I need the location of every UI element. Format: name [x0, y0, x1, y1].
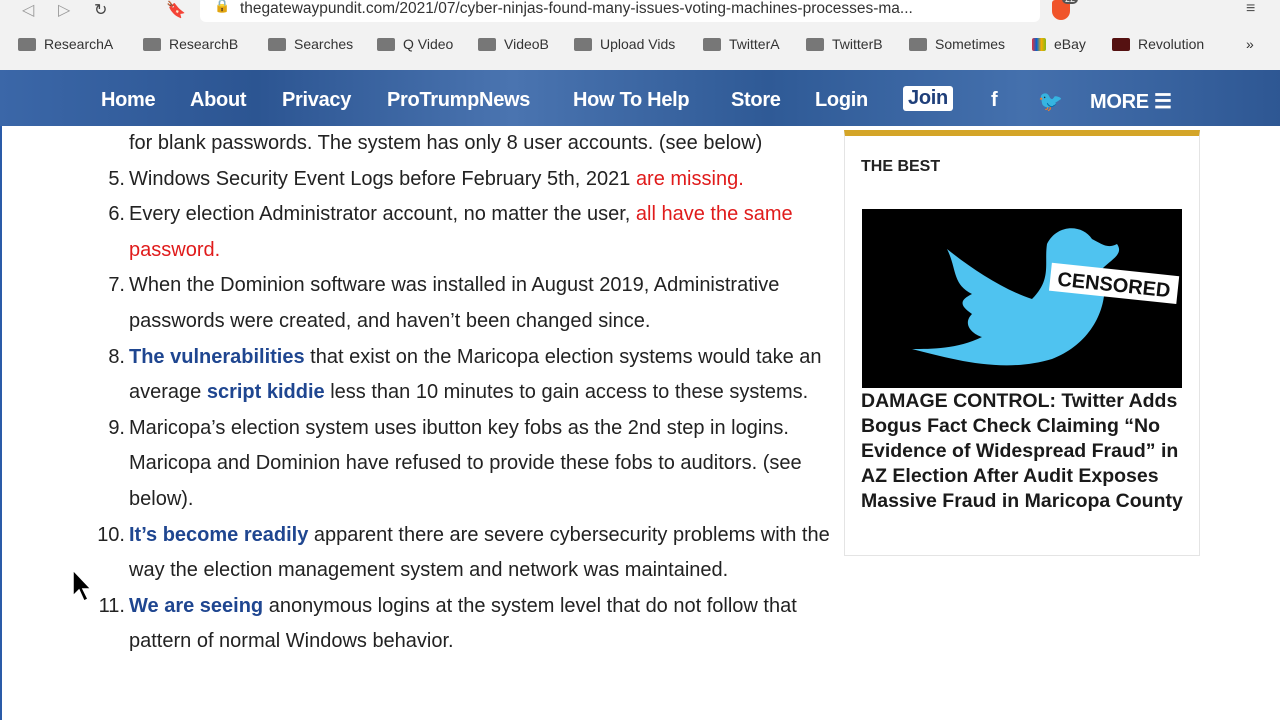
twitter-bird-censored-image: CENSORED: [912, 228, 1180, 366]
folder-icon: [703, 37, 721, 51]
shield-count: 22: [1062, 0, 1079, 4]
nav-privacy[interactable]: Privacy: [282, 89, 351, 112]
bookmark-upload-vids[interactable]: Upload Vids: [574, 36, 675, 52]
bookmark-label: ResearchB: [169, 36, 239, 52]
bookmark-label: Upload Vids: [600, 36, 676, 52]
menu-icon[interactable]: ≡: [1246, 0, 1255, 18]
inline-link[interactable]: The vulnerabilities: [129, 346, 305, 368]
item-number: 6.: [108, 203, 125, 226]
list-item: for blank passwords. The system has only…: [129, 126, 840, 162]
inline-link[interactable]: It’s become readily: [129, 524, 308, 546]
bookmark-ebay[interactable]: eBay: [1032, 36, 1086, 52]
findings-list: for blank passwords. The system has only…: [97, 126, 840, 660]
site-nav: Home About Privacy ProTrumpNews How To H…: [0, 70, 1280, 126]
nav-about[interactable]: About: [190, 89, 247, 112]
bookmark-searches[interactable]: Searches: [268, 36, 353, 52]
article-thumbnail[interactable]: CENSORED: [862, 209, 1182, 388]
brave-shield-icon[interactable]: 22: [1052, 0, 1079, 20]
bookmark-q-video[interactable]: Q Video: [377, 36, 453, 52]
list-item: 6. Every election Administrator account, …: [108, 197, 840, 268]
folder-icon: [377, 37, 395, 51]
bookmark-label: ResearchA: [44, 36, 114, 52]
list-item: 5. Windows Security Event Logs before Feb…: [108, 162, 840, 198]
item-text: Maricopa’s election system uses ibutton …: [129, 416, 802, 510]
list-item: 9. Maricopa’s election system uses ibutto…: [108, 411, 840, 518]
item-text: Every election Administrator account, no…: [129, 203, 636, 226]
bookmark-label: Revolution: [1138, 36, 1205, 52]
item-text: When the Dominion software was installed…: [129, 274, 780, 332]
folder-icon: [806, 37, 824, 51]
nav-login[interactable]: Login: [815, 89, 868, 112]
browser-chrome: ◁ ▷ ↻ 🔖 🔒 thegatewaypundit.com/2021/07/cy…: [0, 0, 1280, 70]
folder-icon: [909, 37, 927, 51]
bookmark-researcha[interactable]: ResearchA: [18, 36, 113, 52]
revolution-icon: [1112, 37, 1130, 51]
bookmark-icon[interactable]: 🔖: [166, 0, 186, 20]
nav-how-to-help[interactable]: How To Help: [573, 89, 690, 112]
folder-icon: [478, 37, 496, 51]
item-text: less than 10 minutes to gain access to t…: [324, 381, 809, 404]
item-text: Windows Security Event Logs before Febru…: [129, 167, 636, 190]
bookmarks-bar: ResearchA ResearchB Searches Q Video Vid…: [0, 36, 1280, 58]
folder-icon: [143, 37, 161, 51]
nav-store[interactable]: Store: [731, 89, 781, 112]
lock-icon: 🔒: [214, 0, 231, 13]
mouse-cursor-icon: [72, 569, 93, 603]
list-item: 10. It’s become readily apparent there ar…: [97, 518, 840, 589]
sidebar-the-best: THE BEST CENSORED DAMAGE CONTROL: Twitte…: [844, 130, 1200, 556]
bookmark-label: eBay: [1054, 36, 1086, 52]
bookmark-label: Q Video: [403, 36, 454, 52]
list-item: 7. When the Dominion software was install…: [108, 268, 840, 339]
headline-link[interactable]: DAMAGE CONTROL: Twitter Adds Bogus Fact …: [861, 389, 1191, 514]
bookmark-label: Sometimes: [935, 36, 1006, 52]
item-number: 10.: [97, 523, 125, 546]
nav-join[interactable]: Join: [903, 86, 953, 111]
item-number: 7.: [108, 274, 125, 297]
item-text: for blank passwords. The system has only…: [129, 132, 763, 154]
folder-icon: [574, 37, 592, 51]
forward-icon[interactable]: ▷: [58, 0, 70, 20]
nav-home[interactable]: Home: [101, 89, 156, 112]
address-bar[interactable]: 🔒 thegatewaypundit.com/2021/07/cyber-ninj…: [200, 0, 1040, 22]
bookmarks-overflow[interactable]: »: [1246, 36, 1254, 52]
url-text: thegatewaypundit.com/2021/07/cyber-ninja…: [240, 0, 913, 17]
back-icon[interactable]: ◁: [22, 0, 34, 20]
nav-more[interactable]: MORE ☰: [1090, 89, 1172, 114]
folder-icon: [18, 37, 36, 51]
bookmark-researchb[interactable]: ResearchB: [143, 36, 238, 52]
inline-link[interactable]: We are seeing: [129, 595, 263, 617]
article-body: for blank passwords. The system has only…: [0, 126, 840, 720]
bookmark-videob[interactable]: VideoB: [478, 36, 549, 52]
item-number: 9.: [108, 416, 125, 439]
inline-link[interactable]: script kiddie: [207, 381, 325, 403]
item-number: 5.: [108, 167, 125, 190]
twitter-icon[interactable]: 🐦: [1038, 89, 1063, 114]
folder-icon: [268, 37, 286, 51]
bookmark-label: Searches: [294, 36, 354, 52]
bookmark-twittera[interactable]: TwitterA: [703, 36, 780, 52]
bookmark-label: TwitterB: [832, 36, 883, 52]
nav-protrumpnews[interactable]: ProTrumpNews: [387, 89, 530, 112]
bookmark-label: VideoB: [504, 36, 549, 52]
ebay-icon: [1032, 37, 1046, 51]
bookmark-revolution[interactable]: Revolution: [1112, 36, 1204, 52]
item-number: 11.: [98, 594, 125, 617]
list-item: 11. We are seeing anonymous logins at the…: [99, 589, 840, 660]
facebook-icon[interactable]: f: [991, 89, 998, 112]
section-title: THE BEST: [861, 158, 941, 175]
bookmark-sometimes[interactable]: Sometimes: [909, 36, 1005, 52]
list-item: 8. The vulnerabilities that exist on the …: [108, 340, 840, 411]
item-number: 8.: [108, 345, 125, 368]
bookmark-label: TwitterA: [729, 36, 780, 52]
highlighted-text: are missing.: [635, 167, 744, 190]
bookmark-twitterb[interactable]: TwitterB: [806, 36, 883, 52]
overflow-label: »: [1246, 36, 1254, 52]
reload-icon[interactable]: ↻: [94, 0, 107, 20]
